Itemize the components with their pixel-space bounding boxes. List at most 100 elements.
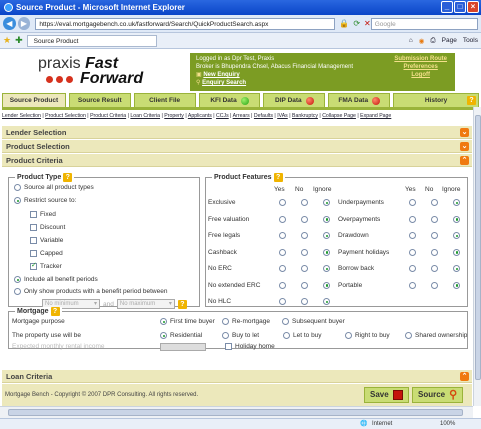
link-property[interactable]: Property (164, 113, 184, 119)
zoom-level[interactable]: 100% (440, 421, 455, 427)
use-shared-ownership[interactable]: Shared ownership (405, 332, 467, 339)
feature-ignore-radio[interactable] (323, 248, 330, 256)
feature-no-radio[interactable] (431, 199, 438, 206)
link-defaults[interactable]: Defaults (254, 113, 273, 119)
feature-no-radio[interactable] (301, 298, 308, 305)
purpose-re-mortgage[interactable]: Re-mortgage (222, 318, 270, 325)
type-tracker-checkbox[interactable]: Tracker (30, 261, 62, 270)
link-product-selection[interactable]: Product Selection (45, 113, 86, 119)
link-expand-page[interactable]: Expand Page (360, 113, 391, 119)
feature-ignore-radio[interactable] (453, 199, 460, 206)
feature-no-radio[interactable] (301, 215, 308, 223)
use-right-to-buy[interactable]: Right to buy (345, 332, 390, 339)
feature-ignore-radio[interactable] (323, 215, 330, 223)
section-lender-selection[interactable]: Lender Selection ⌄ (2, 126, 472, 139)
type-capped-checkbox[interactable]: Capped (30, 250, 63, 257)
link-lender-selection[interactable]: Lender Selection (2, 113, 41, 119)
purpose-first-time-buyer[interactable]: First time buyer (160, 318, 215, 325)
feature-ignore-radio[interactable] (323, 265, 330, 272)
only-show-period-option[interactable]: Only show products with a benefit period… (14, 288, 167, 295)
feature-ignore-radio[interactable] (323, 281, 330, 289)
holiday-home-checkbox[interactable]: Holiday home (225, 343, 275, 350)
help-icon[interactable]: ? (63, 173, 73, 182)
tab-client-file[interactable]: Client File (133, 93, 196, 107)
feature-no-radio[interactable] (301, 265, 308, 272)
feature-no-radio[interactable] (301, 248, 308, 256)
help-icon[interactable]: ? (50, 307, 60, 316)
tab-fma-data[interactable]: FMA Data (328, 93, 391, 107)
submission-route-link[interactable]: Submission Route (394, 56, 447, 62)
link-ccjs[interactable]: CCJs (216, 113, 229, 119)
rental-income-input[interactable] (160, 343, 206, 351)
feature-yes-radio[interactable] (279, 199, 286, 206)
minimize-button[interactable]: _ (441, 1, 453, 13)
use-buy-to-let[interactable]: Buy to let (222, 332, 259, 339)
feature-yes-radio[interactable] (409, 281, 416, 289)
link-product-criteria[interactable]: Product Criteria (90, 113, 126, 119)
stop-icon[interactable]: ✕ (364, 19, 371, 28)
logoff-link[interactable]: Logoff (411, 72, 430, 78)
chevron-up-icon[interactable]: ⌃ (460, 372, 469, 381)
link-applicants[interactable]: Applicants (188, 113, 212, 119)
feature-ignore-radio[interactable] (453, 281, 460, 289)
save-button[interactable]: Save (364, 387, 409, 403)
chevron-up-icon[interactable]: ⌃ (460, 156, 469, 165)
tab-history[interactable]: History? (393, 93, 479, 107)
feature-ignore-radio[interactable] (453, 232, 460, 239)
tab-dip-data[interactable]: DIP Data (263, 93, 326, 107)
use-residential[interactable]: Residential (160, 332, 202, 339)
feature-no-radio[interactable] (301, 232, 308, 239)
type-discount-checkbox[interactable]: Discount (30, 224, 65, 231)
source-button[interactable]: Source ⚲ (412, 387, 464, 403)
link-collapse-page[interactable]: Collapse Page (322, 113, 356, 119)
feature-no-radio[interactable] (431, 281, 438, 289)
forward-arrow-icon[interactable]: ▶ (17, 17, 31, 30)
section-loan-criteria[interactable]: Loan Criteria ⌃ (2, 370, 472, 383)
feature-ignore-radio[interactable] (323, 298, 330, 305)
source-all-types-option[interactable]: Source all product types (14, 184, 94, 191)
feature-no-radio[interactable] (431, 215, 438, 223)
preferences-link[interactable]: Preferences (403, 64, 437, 70)
help-icon[interactable]: ? (177, 299, 187, 309)
help-icon[interactable]: ? (466, 96, 476, 105)
chevron-down-icon[interactable]: ⌄ (460, 128, 469, 137)
print-icon[interactable]: ⎙ (430, 37, 435, 45)
feature-yes-radio[interactable] (409, 215, 416, 223)
refresh-icon[interactable]: ⟳ (353, 19, 360, 28)
feature-yes-radio[interactable] (279, 281, 286, 289)
feature-ignore-radio[interactable] (453, 265, 460, 272)
tab-source-product[interactable]: Source Product (2, 93, 66, 107)
section-product-selection[interactable]: Product Selection ⌄ (2, 140, 472, 153)
feature-yes-radio[interactable] (279, 265, 286, 272)
feature-yes-radio[interactable] (279, 232, 286, 239)
link-loan-criteria[interactable]: Loan Criteria (130, 113, 160, 119)
vertical-scrollbar[interactable] (473, 107, 481, 406)
maximize-button[interactable]: □ (454, 1, 466, 13)
add-favorite-icon[interactable]: ✚ (15, 35, 23, 46)
type-variable-checkbox[interactable]: Variable (30, 237, 63, 244)
page-menu[interactable]: Page (442, 37, 457, 45)
feature-ignore-radio[interactable] (323, 199, 330, 206)
feature-yes-radio[interactable] (409, 265, 416, 272)
feature-no-radio[interactable] (431, 265, 438, 272)
search-input[interactable]: Google (370, 17, 479, 30)
feature-yes-radio[interactable] (409, 248, 416, 256)
horizontal-scrollbar[interactable] (0, 406, 473, 418)
feature-ignore-radio[interactable] (323, 232, 330, 239)
purpose-subsequent-buyer[interactable]: Subsequent buyer (282, 318, 345, 325)
feature-no-radio[interactable] (431, 248, 438, 256)
link-ivas[interactable]: IVAs (277, 113, 288, 119)
restrict-source-option[interactable]: Restrict source to: (14, 197, 76, 204)
url-input[interactable]: https://eval.mortgagebench.co.uk/fastfor… (35, 17, 336, 30)
home-icon[interactable]: ⌂ (409, 37, 413, 45)
max-period-select[interactable]: No maximum ▾ (116, 299, 175, 309)
enquiry-search-link[interactable]: Enquiry Search (202, 80, 246, 86)
feature-ignore-radio[interactable] (453, 248, 460, 256)
new-enquiry-link[interactable]: New Enquiry (203, 72, 239, 78)
favorites-star-icon[interactable]: ★ (3, 35, 11, 46)
feature-no-radio[interactable] (301, 281, 308, 289)
browser-tab[interactable]: Source Product (26, 34, 157, 47)
feature-no-radio[interactable] (301, 199, 308, 206)
feature-yes-radio[interactable] (279, 248, 286, 256)
include-all-periods-option[interactable]: Include all benefit periods (14, 276, 98, 283)
